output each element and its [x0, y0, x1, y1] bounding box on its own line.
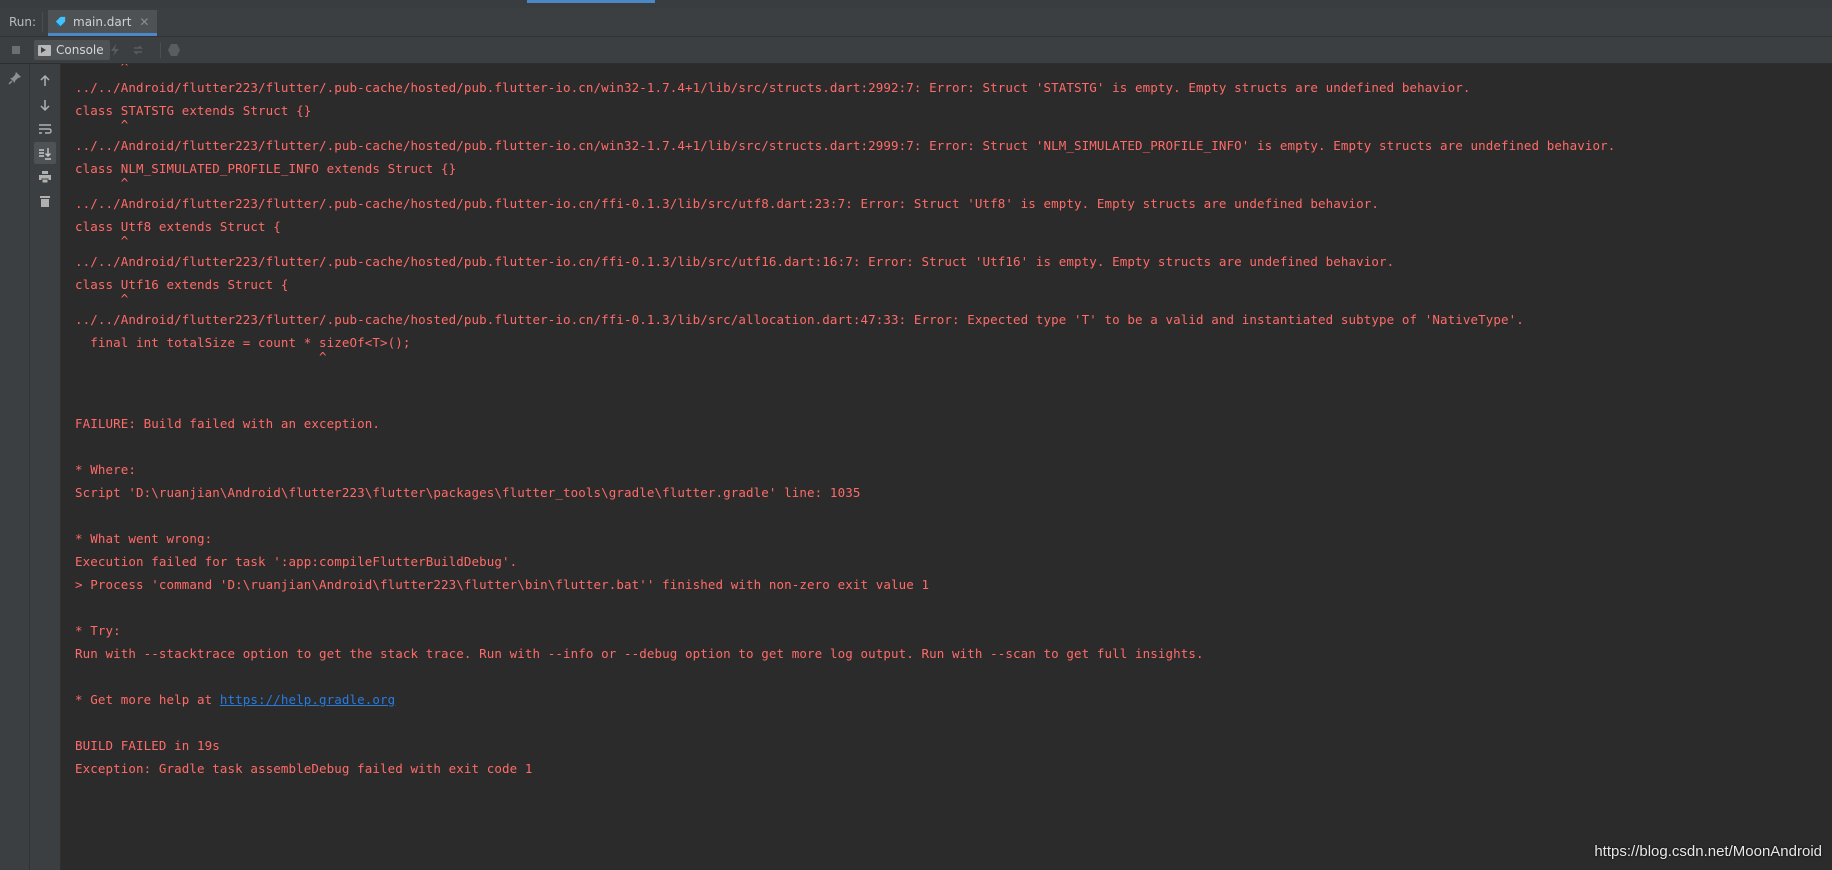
console-line: ../../Android/flutter223/flutter/.pub-ca…: [75, 196, 1379, 211]
console-line: Script 'D:\ruanjian\Android\flutter223\f…: [75, 485, 861, 500]
console-line: class NLM_SIMULATED_PROFILE_INFO extends…: [75, 161, 457, 176]
console-line: ^: [75, 233, 129, 248]
soft-wrap-icon[interactable]: [34, 118, 56, 140]
console-line: * Try:: [75, 623, 121, 638]
console-tab-label: Console: [56, 43, 104, 57]
console-side-toolbar: [30, 64, 61, 870]
up-arrow-icon[interactable]: [34, 70, 56, 92]
divider: [42, 12, 43, 32]
console-line: BUILD FAILED in 19s: [75, 738, 220, 753]
help-line: * Get more help at https://help.gradle.o…: [75, 688, 1615, 711]
console-line: class Utf8 extends Struct {: [75, 219, 281, 234]
console-output[interactable]: ^ ../../Android/flutter223/flutter/.pub-…: [61, 64, 1832, 870]
console-icon: [38, 44, 51, 56]
console-line: ^: [75, 349, 327, 364]
dart-icon: [55, 16, 66, 27]
run-toolbar: Console: [0, 37, 1832, 64]
console-line: ^: [75, 291, 129, 306]
console-line: * Where:: [75, 462, 137, 477]
console-lines: ^ ../../Android/flutter223/flutter/.pub-…: [75, 64, 1615, 780]
run-label: Run:: [9, 15, 37, 29]
console-line: class STATSTG extends Struct {}: [75, 103, 312, 118]
watermark: https://blog.csdn.net/MoonAndroid: [1594, 843, 1822, 860]
active-tool-indicator: [527, 0, 655, 3]
stop-icon[interactable]: [9, 43, 23, 57]
console-line: * What went wrong:: [75, 531, 213, 546]
gradle-help-link[interactable]: https://help.gradle.org: [220, 692, 395, 707]
console-line: Exception: Gradle task assembleDebug fai…: [75, 761, 533, 776]
settings-hex-icon[interactable]: [167, 43, 181, 57]
left-gutter: [0, 64, 30, 870]
console-line: Execution failed for task ':app:compileF…: [75, 554, 518, 569]
scroll-to-end-icon[interactable]: [34, 142, 56, 164]
console-line: ../../Android/flutter223/flutter/.pub-ca…: [75, 138, 1616, 153]
console-line: ^: [75, 175, 129, 190]
trash-icon[interactable]: [34, 190, 56, 212]
help-prefix: * Get more help at: [75, 692, 220, 707]
console-line: class Utf16 extends Struct {: [75, 277, 289, 292]
console-line: Run with --stacktrace option to get the …: [75, 646, 1204, 661]
tab-console[interactable]: Console: [34, 40, 110, 60]
print-icon[interactable]: [34, 166, 56, 188]
console-line: ../../Android/flutter223/flutter/.pub-ca…: [75, 80, 1471, 95]
console-line: ^: [75, 64, 129, 74]
pin-icon[interactable]: [8, 71, 22, 85]
tab-label: main.dart: [73, 14, 132, 29]
console-line: > Process 'command 'D:\ruanjian\Android\…: [75, 577, 930, 592]
run-tool-window-header: Run: main.dart ✕: [0, 8, 1832, 37]
lightning-icon[interactable]: [108, 43, 122, 57]
console-line: ../../Android/flutter223/flutter/.pub-ca…: [75, 254, 1395, 269]
down-arrow-icon[interactable]: [34, 94, 56, 116]
console-line: FAILURE: Build failed with an exception.: [75, 416, 381, 431]
rerun-icon[interactable]: [131, 43, 145, 57]
run-config-tab-main-dart[interactable]: main.dart ✕: [48, 10, 158, 36]
console-line: ../../Android/flutter223/flutter/.pub-ca…: [75, 312, 1524, 327]
console-line: ^: [75, 117, 129, 132]
divider: [160, 42, 161, 58]
close-icon[interactable]: ✕: [139, 15, 149, 29]
